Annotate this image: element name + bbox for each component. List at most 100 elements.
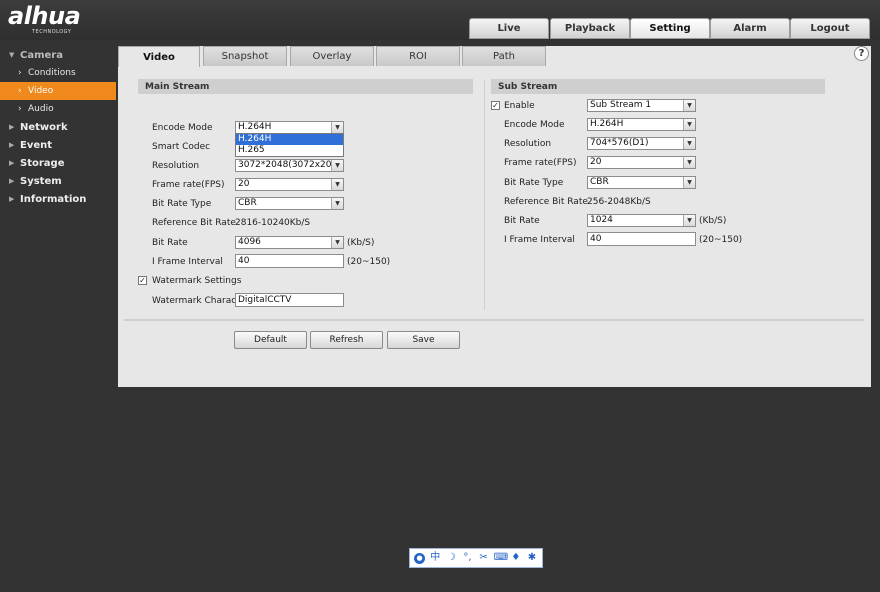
- default-button[interactable]: Default: [234, 331, 307, 349]
- sub-iframe-range: (20~150): [699, 235, 743, 245]
- select-value: CBR: [238, 198, 257, 208]
- main-iframe-range: (20~150): [347, 257, 391, 267]
- help-icon[interactable]: ?: [854, 46, 869, 61]
- sub-encode-mode-select[interactable]: H.264H ▼: [587, 118, 696, 131]
- topnav-live[interactable]: Live: [469, 18, 549, 39]
- sidebar-item-video[interactable]: › Video: [0, 82, 116, 100]
- triangle-down-icon: ▼: [9, 51, 15, 59]
- select-value: 4096: [238, 237, 261, 247]
- sub-stream-select[interactable]: Sub Stream 1 ▼: [587, 99, 696, 112]
- chevron-down-icon: ▼: [331, 237, 343, 248]
- topnav-alarm[interactable]: Alarm: [710, 18, 790, 39]
- ime-shirt-icon[interactable]: ♦: [510, 552, 522, 564]
- tab-snapshot[interactable]: Snapshot: [203, 46, 287, 66]
- sidebar-item-conditions[interactable]: › Conditions: [0, 64, 118, 82]
- ime-moon-icon[interactable]: ☽: [445, 552, 457, 564]
- tab-roi[interactable]: ROI: [376, 46, 460, 66]
- sidebar-group-label: Network: [20, 121, 68, 133]
- select-value: 1024: [590, 215, 613, 225]
- tab-path[interactable]: Path: [462, 46, 546, 66]
- main-bit-rate-type-select[interactable]: CBR ▼: [235, 197, 344, 210]
- main-resolution-label: Resolution: [152, 161, 200, 171]
- sidebar-group-event[interactable]: ▶ Event: [0, 136, 118, 154]
- chevron-down-icon: ▼: [331, 179, 343, 190]
- sub-frame-rate-label: Frame rate(FPS): [504, 158, 577, 168]
- sidebar-item-label: Conditions: [28, 68, 76, 78]
- watermark-char-input[interactable]: DigitalCCTV: [235, 293, 344, 307]
- select-value: H.264H: [590, 119, 624, 129]
- topnav-playback[interactable]: Playback: [550, 18, 630, 39]
- ime-gear-icon[interactable]: ✱: [526, 552, 538, 564]
- chevron-down-icon: ▼: [331, 160, 343, 171]
- main-iframe-label: I Frame Interval: [152, 257, 223, 267]
- brand-logo-sub: TECHNOLOGY: [32, 29, 72, 35]
- main-bit-rate-label: Bit Rate: [152, 238, 188, 248]
- main-frame-rate-select[interactable]: 20 ▼: [235, 178, 344, 191]
- sub-bit-rate-type-select[interactable]: CBR ▼: [587, 176, 696, 189]
- triangle-right-icon: ▶: [9, 195, 15, 203]
- main-smart-codec-label: Smart Codec: [152, 142, 211, 152]
- sidebar-group-information[interactable]: ▶ Information: [0, 190, 118, 208]
- select-value: 20: [590, 157, 602, 167]
- sidebar-item-audio[interactable]: › Audio: [0, 100, 118, 118]
- select-value: Sub Stream 1: [590, 100, 652, 110]
- main-bit-rate-unit: (Kb/S): [347, 238, 375, 248]
- main-bit-rate-type-label: Bit Rate Type: [152, 199, 212, 209]
- select-value: 3072*2048(3072x2048): [238, 160, 344, 170]
- ime-punctuation-icon[interactable]: °,: [461, 552, 473, 564]
- chevron-down-icon: ▼: [331, 198, 343, 209]
- sidebar-group-label: Storage: [20, 157, 65, 169]
- main-ref-bit-rate-label: Reference Bit Rate: [152, 218, 236, 228]
- sub-bit-rate-select[interactable]: 1024 ▼: [587, 214, 696, 227]
- main-frame-rate-label: Frame rate(FPS): [152, 180, 225, 190]
- triangle-right-icon: ▶: [9, 141, 15, 149]
- tab-video[interactable]: Video: [118, 46, 200, 67]
- tab-overlay[interactable]: Overlay: [290, 46, 374, 66]
- triangle-right-icon: ▶: [9, 177, 15, 185]
- ime-chinese-mode-icon[interactable]: 中: [429, 552, 441, 564]
- sub-resolution-select[interactable]: 704*576(D1) ▼: [587, 137, 696, 150]
- main-bit-rate-select[interactable]: 4096 ▼: [235, 236, 344, 249]
- chevron-down-icon: ▼: [683, 138, 695, 149]
- sub-frame-rate-select[interactable]: 20 ▼: [587, 156, 696, 169]
- main-encode-mode-label: Encode Mode: [152, 123, 213, 133]
- chevron-down-icon: ▼: [683, 100, 695, 111]
- dropdown-option-h264h[interactable]: H.264H: [236, 134, 343, 145]
- refresh-button[interactable]: Refresh: [310, 331, 383, 349]
- select-value: 20: [238, 179, 250, 189]
- sidebar-group-storage[interactable]: ▶ Storage: [0, 154, 118, 172]
- header-bar: alhua TECHNOLOGY Live Playback Setting A…: [0, 0, 880, 40]
- ime-user-icon[interactable]: ●: [414, 552, 426, 564]
- dropdown-option-h265[interactable]: H.265: [236, 145, 343, 156]
- ime-scissors-icon[interactable]: ✂: [478, 552, 490, 564]
- sub-bit-rate-label: Bit Rate: [504, 216, 540, 226]
- sidebar-group-label: System: [20, 175, 62, 187]
- select-value: H.264H: [238, 122, 272, 132]
- sub-stream-header: Sub Stream: [491, 79, 825, 94]
- sidebar-group-system[interactable]: ▶ System: [0, 172, 118, 190]
- chevron-right-icon: ›: [18, 104, 22, 114]
- watermark-settings-checkbox[interactable]: ✓: [138, 276, 147, 285]
- sub-bit-rate-unit: (Kb/S): [699, 216, 727, 226]
- ime-keyboard-icon[interactable]: ⌨: [494, 552, 508, 564]
- sub-stream-enable-checkbox[interactable]: ✓: [491, 101, 500, 110]
- sub-iframe-input[interactable]: 40: [587, 232, 696, 246]
- chevron-down-icon: ▼: [683, 215, 695, 226]
- triangle-right-icon: ▶: [9, 159, 15, 167]
- select-value: CBR: [590, 177, 609, 187]
- sidebar-group-camera[interactable]: ▼ Camera: [0, 46, 118, 64]
- sub-iframe-label: I Frame Interval: [504, 235, 575, 245]
- topnav-logout[interactable]: Logout: [790, 18, 870, 39]
- sidebar-group-label: Information: [20, 193, 87, 205]
- topnav-setting[interactable]: Setting: [630, 18, 710, 39]
- sub-ref-bit-rate-label: Reference Bit Rate: [504, 197, 588, 207]
- sub-ref-bit-rate-value: 256-2048Kb/S: [587, 197, 651, 207]
- main-resolution-select[interactable]: 3072*2048(3072x2048) ▼: [235, 159, 344, 172]
- chevron-right-icon: ›: [18, 86, 22, 96]
- encode-mode-dropdown: H.264H H.265: [235, 133, 344, 157]
- chevron-down-icon: ▼: [683, 119, 695, 130]
- sidebar-group-network[interactable]: ▶ Network: [0, 118, 118, 136]
- save-button[interactable]: Save: [387, 331, 460, 349]
- tab-bar: Video Snapshot Overlay ROI Path: [118, 46, 871, 67]
- main-iframe-input[interactable]: 40: [235, 254, 344, 268]
